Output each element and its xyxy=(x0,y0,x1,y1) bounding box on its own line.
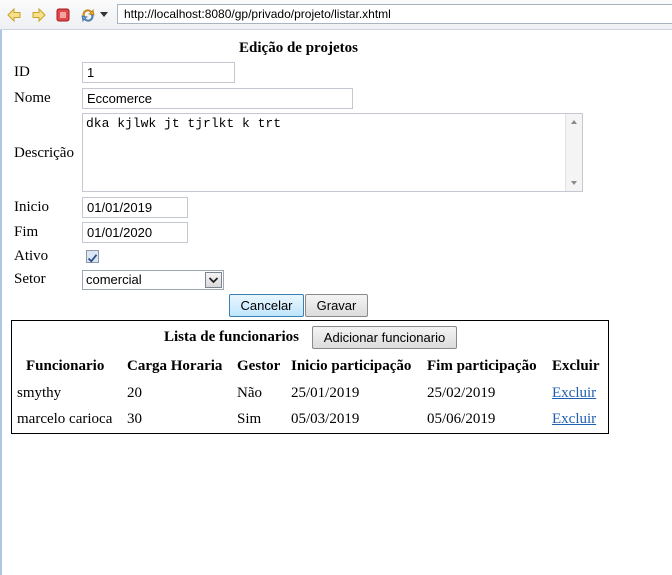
url-bar[interactable]: http://localhost:8080/gp/privado/projeto… xyxy=(117,4,672,24)
cancel-button[interactable]: Cancelar xyxy=(229,294,304,317)
cell-carga-horaria: 20 xyxy=(127,385,142,401)
column-header-excluir: Excluir xyxy=(552,358,600,374)
setor-label: Setor xyxy=(14,271,46,287)
employee-list-panel: Lista de funcionarios Adicionar funciona… xyxy=(11,320,609,434)
cell-gestor: Sim xyxy=(237,411,262,427)
scroll-down-icon[interactable] xyxy=(571,181,577,185)
forward-arrow-icon[interactable] xyxy=(31,7,47,23)
refresh-icon[interactable] xyxy=(80,7,96,23)
ativo-checkbox[interactable] xyxy=(86,250,99,263)
column-header-funcionario: Funcionario xyxy=(26,358,105,374)
id-field[interactable]: 1 xyxy=(82,62,235,83)
descricao-label: Descrição xyxy=(14,145,74,161)
window-left-border xyxy=(0,30,2,575)
column-header-gestor: Gestor xyxy=(237,358,281,374)
column-header-carga-horaria: Carga Horaria xyxy=(127,358,223,374)
stop-icon[interactable] xyxy=(55,7,71,23)
cell-funcionario: smythy xyxy=(17,385,62,401)
scroll-up-icon[interactable] xyxy=(571,120,577,124)
column-header-inicio-participacao: Inicio participação xyxy=(291,358,412,374)
cell-carga-horaria: 30 xyxy=(127,411,142,427)
textarea-scrollbar[interactable] xyxy=(565,114,582,191)
ativo-label: Ativo xyxy=(14,248,49,264)
browser-toolbar: http://localhost:8080/gp/privado/projeto… xyxy=(0,0,672,30)
cell-gestor: Não xyxy=(237,385,262,401)
fim-field[interactable]: 01/01/2020 xyxy=(82,222,188,243)
add-employee-button[interactable]: Adicionar funcionario xyxy=(312,326,457,349)
save-button[interactable]: Gravar xyxy=(305,294,368,317)
nome-label: Nome xyxy=(14,90,51,106)
descricao-textarea[interactable]: dka kjlwk jt tjrlkt k trt xyxy=(82,113,583,192)
checkmark-icon xyxy=(87,254,98,263)
chevron-down-icon[interactable] xyxy=(99,9,109,19)
inicio-field[interactable]: 01/01/2019 xyxy=(82,197,188,218)
chevron-down-icon xyxy=(208,277,219,284)
employee-list-title: Lista de funcionarios xyxy=(164,329,300,345)
delete-link[interactable]: Excluir xyxy=(552,411,596,428)
setor-selected-value: comercial xyxy=(86,272,142,287)
inicio-label: Inicio xyxy=(14,199,49,215)
cell-fim: 05/06/2019 xyxy=(427,411,496,427)
id-label: ID xyxy=(14,64,30,80)
descricao-text: dka kjlwk jt tjrlkt k trt xyxy=(86,116,282,131)
fim-label: Fim xyxy=(14,224,39,240)
column-header-fim-participacao: Fim participação xyxy=(427,358,537,374)
page-title: Edição de projetos xyxy=(239,40,358,56)
nome-field[interactable]: Eccomerce xyxy=(82,88,353,109)
delete-link[interactable]: Excluir xyxy=(552,385,596,402)
cell-inicio: 25/01/2019 xyxy=(291,385,360,401)
cell-inicio: 05/03/2019 xyxy=(291,411,360,427)
cell-funcionario: marcelo carioca xyxy=(17,411,113,427)
dropdown-button[interactable] xyxy=(205,272,222,288)
cell-fim: 25/02/2019 xyxy=(427,385,496,401)
setor-select[interactable]: comercial xyxy=(82,270,224,290)
back-arrow-icon[interactable] xyxy=(6,7,22,23)
